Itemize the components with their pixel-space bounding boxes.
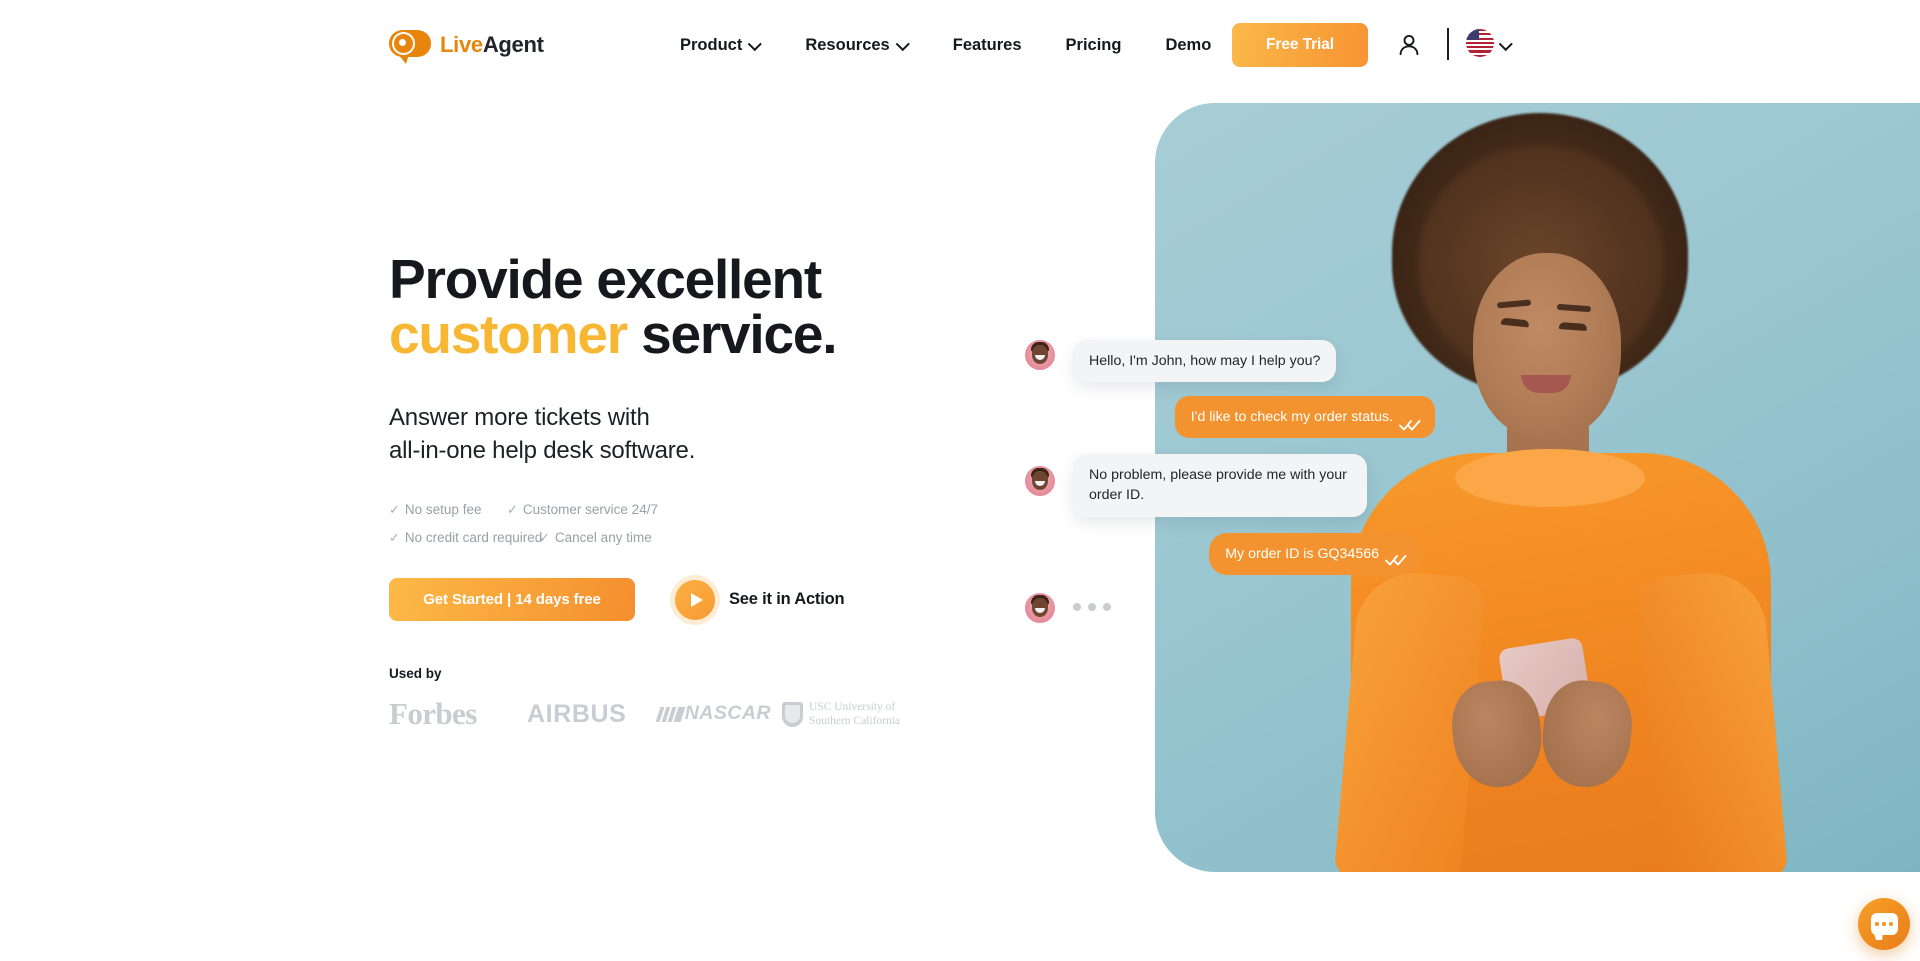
- double-check-icon: [1385, 552, 1407, 566]
- chat-message-user-1: I'd like to check my order status.: [1025, 396, 1445, 439]
- chat-bubble-user-text: My order ID is GQ34566: [1225, 545, 1379, 562]
- chevron-down-icon: [898, 38, 909, 49]
- perk-no-credit-card: ✓ No credit card required: [389, 529, 543, 545]
- hero-cta-row: Get Started | 14 days free See it in Act…: [389, 574, 845, 625]
- nav-item-product[interactable]: Product: [672, 26, 783, 65]
- logo-wordmark: LiveAgent: [440, 32, 544, 58]
- usc-logo-line-1: USC University of: [809, 700, 896, 713]
- logo-text-agent: Agent: [482, 32, 544, 57]
- see-it-in-action-label: See it in Action: [729, 590, 845, 608]
- subhead-line-2: all-in-one help desk software.: [389, 437, 696, 465]
- nav-label-product: Product: [680, 35, 743, 54]
- headline-line-2-rest: service.: [626, 303, 838, 365]
- double-check-icon: [1399, 417, 1421, 431]
- typing-indicator: [1073, 593, 1445, 611]
- nav-label-resources: Resources: [805, 35, 890, 54]
- chat-message-agent-2: No problem, please provide me with your …: [1025, 454, 1445, 517]
- client-logos: Forbes AIRBUS NASCAR USC University of S…: [389, 694, 900, 734]
- main-navigation: Product Resources Features Pricing Demo: [672, 0, 1233, 90]
- chat-message-agent-typing: [1025, 592, 1445, 623]
- header-divider: [1447, 28, 1449, 60]
- language-selector[interactable]: [1466, 29, 1512, 57]
- site-header: LiveAgent Product Resources Features Pri…: [0, 0, 1920, 90]
- nav-label-features: Features: [952, 35, 1022, 54]
- page-title: Provide excellent customer service.: [389, 252, 1029, 362]
- nav-label-demo: Demo: [1165, 35, 1212, 54]
- chat-message-agent-1: Hello, I'm John, how may I help you?: [1025, 340, 1445, 383]
- usc-logo: USC University of Southern California: [782, 694, 900, 734]
- usc-logo-line-2: Southern California: [809, 715, 901, 727]
- nav-label-pricing: Pricing: [1065, 35, 1122, 54]
- check-icon: ✓: [389, 502, 400, 518]
- nav-item-features[interactable]: Features: [931, 26, 1044, 65]
- chat-message-user-2: My order ID is GQ34566: [1025, 532, 1445, 575]
- hero-subheading: Answer more tickets with all-in-one help…: [389, 401, 949, 467]
- used-by-label: Used by: [389, 666, 442, 681]
- check-icon: ✓: [539, 529, 550, 545]
- nascar-logo-text: NASCAR: [684, 703, 771, 724]
- chat-bubble-agent: Hello, I'm John, how may I help you?: [1073, 340, 1337, 383]
- chat-conversation-overlay: Hello, I'm John, how may I help you? I'd…: [1025, 340, 1445, 623]
- liveagent-logo[interactable]: LiveAgent: [389, 25, 544, 65]
- nascar-logo: NASCAR: [652, 694, 782, 734]
- perk-cancel-any-time: ✓ Cancel any time: [539, 529, 652, 545]
- chevron-down-icon: [1501, 38, 1512, 49]
- user-account-icon[interactable]: [1396, 32, 1422, 58]
- chat-bubble-icon: [1870, 913, 1898, 935]
- perk-row-2: ✓ No credit card required ✓ Cancel any t…: [389, 529, 909, 545]
- chat-bubble-user: My order ID is GQ34566: [1209, 532, 1421, 575]
- perk-no-setup-fee: ✓ No setup fee: [389, 503, 507, 517]
- chat-bubble-user-text: I'd like to check my order status.: [1190, 409, 1393, 426]
- headline-line-1: Provide excellent: [389, 248, 822, 310]
- chat-bubble-user: I'd like to check my order status.: [1174, 396, 1435, 439]
- hero-perks-list: ✓ No setup fee ✓ Customer service 24/7 ✓…: [389, 503, 909, 558]
- usc-shield-icon: [782, 701, 803, 727]
- get-started-button[interactable]: Get Started | 14 days free: [389, 578, 635, 621]
- check-icon: ✓: [389, 529, 400, 545]
- perk-label: No setup fee: [404, 502, 482, 517]
- chat-bubble-agent: No problem, please provide me with your …: [1073, 454, 1367, 517]
- us-flag-icon: [1466, 29, 1494, 57]
- airbus-logo: AIRBUS: [527, 699, 627, 728]
- nav-item-pricing[interactable]: Pricing: [1044, 26, 1144, 65]
- nav-item-resources[interactable]: Resources: [783, 26, 930, 65]
- see-it-in-action-button[interactable]: See it in Action: [670, 574, 845, 625]
- logo-text-live: Live: [440, 32, 483, 57]
- nav-item-demo[interactable]: Demo: [1143, 26, 1233, 65]
- agent-avatar: [1025, 466, 1055, 497]
- chevron-down-icon: [750, 38, 761, 49]
- agent-avatar: [1025, 592, 1055, 623]
- at-speech-bubble-icon: [389, 29, 431, 64]
- perk-label: Cancel any time: [554, 529, 652, 545]
- subhead-line-1: Answer more tickets with: [389, 404, 650, 431]
- perk-customer-service: ✓ Customer service 24/7: [507, 503, 658, 517]
- page-root: LiveAgent Product Resources Features Pri…: [0, 0, 1920, 961]
- check-icon: ✓: [507, 502, 518, 518]
- perk-row-1: ✓ No setup fee ✓ Customer service 24/7: [389, 503, 909, 517]
- play-icon: [670, 574, 720, 625]
- perk-label: Customer service 24/7: [522, 502, 658, 517]
- live-chat-widget-button[interactable]: [1858, 898, 1910, 950]
- free-trial-button[interactable]: Free Trial: [1232, 23, 1368, 67]
- agent-avatar: [1025, 340, 1055, 370]
- headline-accent-word: customer: [389, 303, 628, 365]
- perk-label: No credit card required: [404, 529, 543, 545]
- forbes-logo: Forbes: [389, 696, 477, 731]
